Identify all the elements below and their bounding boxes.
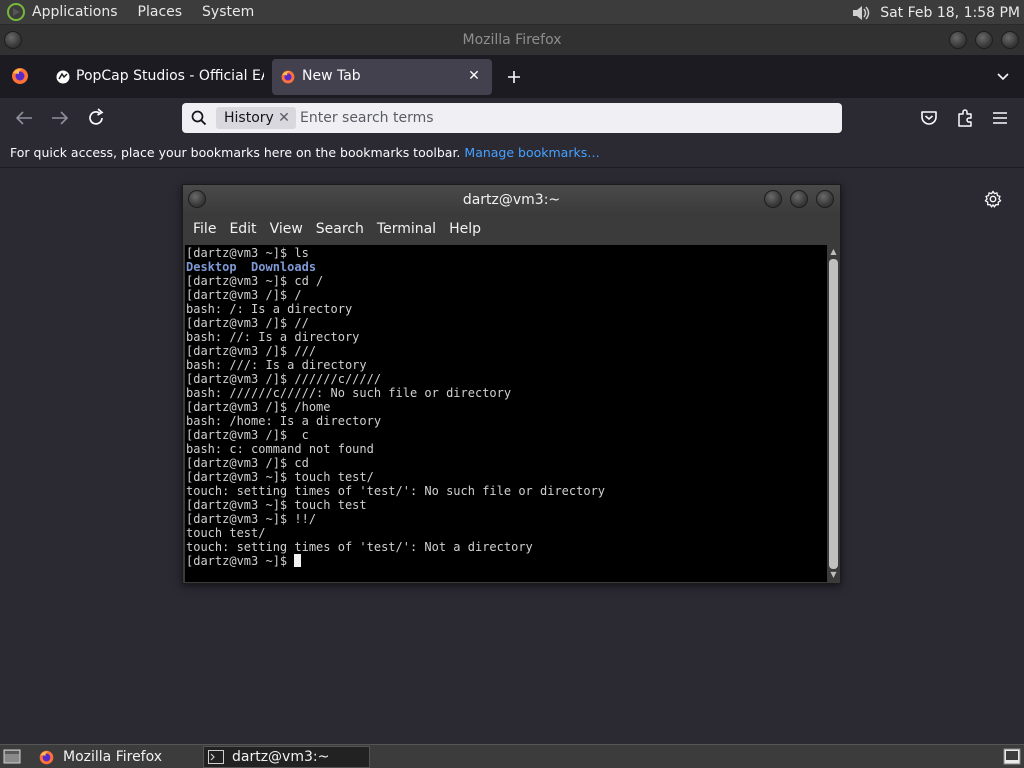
menu-system[interactable]: System bbox=[202, 4, 254, 20]
terminal-minimize-button[interactable] bbox=[764, 190, 782, 208]
applications-logo-icon[interactable] bbox=[6, 2, 26, 22]
terminal-cursor bbox=[294, 554, 302, 567]
terminal-title: dartz@vm3:~ bbox=[462, 192, 561, 208]
menu-places[interactable]: Places bbox=[138, 4, 183, 20]
taskbar-label: Mozilla Firefox bbox=[63, 749, 163, 765]
scroll-down-arrow-icon[interactable]: ▼ bbox=[829, 571, 838, 579]
volume-icon[interactable] bbox=[850, 3, 872, 23]
terminal-line: touch: setting times of 'test/': No such… bbox=[186, 484, 606, 498]
pocket-icon[interactable] bbox=[917, 106, 941, 130]
taskbar-item-terminal[interactable]: dartz@vm3:~ bbox=[203, 746, 370, 768]
terminal-line: [dartz@vm3 ~]$ touch test/ bbox=[186, 470, 374, 484]
menu-terminal[interactable]: Terminal bbox=[377, 221, 436, 237]
terminal-line: bash: /: Is a directory bbox=[186, 302, 353, 316]
extensions-puzzle-icon[interactable] bbox=[953, 106, 977, 130]
terminal-line: [dartz@vm3 /]$ / bbox=[186, 288, 302, 302]
scrollbar-thumb[interactable] bbox=[829, 259, 838, 569]
search-icon bbox=[191, 110, 207, 126]
bottom-taskbar: Mozilla Firefox dartz@vm3:~ bbox=[0, 744, 1024, 768]
tab-label: New Tab bbox=[302, 68, 361, 84]
terminal-window[interactable]: dartz@vm3:~ File Edit View Search Termin… bbox=[182, 184, 841, 584]
terminal-line: [dartz@vm3 ~]$ touch test bbox=[186, 498, 367, 512]
bookmarks-hint-text: For quick access, place your bookmarks h… bbox=[10, 145, 461, 160]
terminal-line: bash: ///: Is a directory bbox=[186, 358, 367, 372]
search-input[interactable] bbox=[300, 107, 800, 129]
firefox-window-title: Mozilla Firefox bbox=[462, 32, 562, 48]
terminal-line: bash: /home: Is a directory bbox=[186, 414, 382, 428]
ea-favicon-icon bbox=[56, 70, 70, 84]
list-all-tabs-chevron-icon[interactable] bbox=[996, 70, 1010, 84]
window-menu-button[interactable] bbox=[4, 31, 22, 49]
terminal-line: Desktop Downloads bbox=[186, 260, 827, 274]
terminal-line: bash: c: command not found bbox=[186, 442, 374, 456]
manage-bookmarks-link[interactable]: Manage bookmarks… bbox=[464, 145, 599, 160]
directory-entry: Desktop bbox=[186, 260, 237, 274]
firefox-favicon-icon bbox=[281, 70, 295, 84]
terminal-line: bash: //: Is a directory bbox=[186, 330, 360, 344]
firefox-titlebar: Mozilla Firefox bbox=[0, 25, 1024, 55]
reload-icon[interactable] bbox=[84, 106, 108, 130]
terminal-line: [dartz@vm3 /]$ cd bbox=[186, 456, 309, 470]
terminal-menubar: File Edit View Search Terminal Help bbox=[183, 215, 840, 243]
terminal-line: [dartz@vm3 ~]$ ls bbox=[186, 246, 309, 260]
workspace-switcher-icon[interactable] bbox=[1003, 748, 1021, 765]
bookmarks-toolbar: For quick access, place your bookmarks h… bbox=[0, 138, 1024, 168]
taskbar-label: dartz@vm3:~ bbox=[232, 749, 330, 765]
back-arrow-icon[interactable] bbox=[12, 106, 36, 130]
forward-arrow-icon[interactable] bbox=[48, 106, 72, 130]
remove-search-mode-icon[interactable]: ✕ bbox=[278, 107, 290, 129]
firefox-view-icon[interactable] bbox=[10, 66, 30, 86]
tab-label: PopCap Studios - Official EA bbox=[76, 68, 264, 84]
terminal-line: [dartz@vm3 /]$ c bbox=[186, 428, 309, 442]
gear-icon[interactable] bbox=[984, 190, 1002, 208]
terminal-line: [dartz@vm3 /]$ /// bbox=[186, 344, 317, 358]
terminal-line: bash: //////c/////: No such file or dire… bbox=[186, 386, 512, 400]
terminal-titlebar[interactable]: dartz@vm3:~ bbox=[183, 185, 840, 215]
terminal-app-icon bbox=[208, 750, 224, 764]
minimize-button[interactable] bbox=[949, 31, 967, 49]
scroll-up-arrow-icon[interactable]: ▲ bbox=[829, 248, 838, 256]
new-tab-plus-icon[interactable] bbox=[506, 69, 522, 85]
terminal-line: [dartz@vm3 ~]$ cd / bbox=[186, 274, 324, 288]
url-bar[interactable]: History ✕ bbox=[182, 103, 842, 133]
menu-search[interactable]: Search bbox=[316, 221, 364, 237]
terminal-maximize-button[interactable] bbox=[790, 190, 808, 208]
terminal-output[interactable]: [dartz@vm3 ~]$ ls Desktop Downloads [dartz… bbox=[185, 245, 827, 582]
terminal-close-button[interactable] bbox=[816, 190, 834, 208]
menu-help[interactable]: Help bbox=[449, 221, 481, 237]
hamburger-menu-icon[interactable] bbox=[988, 106, 1012, 130]
tab-new-tab[interactable]: New Tab ✕ bbox=[272, 59, 492, 95]
tab-strip: PopCap Studios - Official EA New Tab ✕ bbox=[0, 55, 1024, 98]
show-desktop-icon[interactable] bbox=[3, 748, 21, 765]
firefox-app-icon bbox=[39, 750, 54, 764]
terminal-window-menu-button[interactable] bbox=[188, 190, 206, 208]
close-window-button[interactable] bbox=[1001, 31, 1019, 49]
terminal-line: [dartz@vm3 ~]$ !!/ bbox=[186, 512, 317, 526]
menu-file[interactable]: File bbox=[193, 221, 216, 237]
clock[interactable]: Sat Feb 18, 1:58 PM bbox=[880, 5, 1020, 21]
navigation-toolbar: History ✕ bbox=[0, 98, 1024, 138]
terminal-line: [dartz@vm3 ~]$ bbox=[186, 554, 827, 568]
tab-popcap[interactable]: PopCap Studios - Official EA bbox=[48, 59, 266, 95]
terminal-line: [dartz@vm3 /]$ /home bbox=[186, 400, 331, 414]
taskbar-item-firefox[interactable]: Mozilla Firefox bbox=[34, 746, 200, 768]
close-tab-icon[interactable]: ✕ bbox=[466, 68, 482, 84]
menu-view[interactable]: View bbox=[270, 221, 303, 237]
terminal-line: [dartz@vm3 /]$ //////c///// bbox=[186, 372, 382, 386]
maximize-button[interactable] bbox=[975, 31, 993, 49]
terminal-line: touch: setting times of 'test/': Not a d… bbox=[186, 540, 533, 554]
directory-entry: Downloads bbox=[251, 260, 317, 274]
terminal-scrollbar[interactable]: ▲ ▼ bbox=[827, 245, 840, 582]
terminal-line: touch test/ bbox=[186, 526, 266, 540]
terminal-line: [dartz@vm3 /]$ // bbox=[186, 316, 309, 330]
menu-edit[interactable]: Edit bbox=[229, 221, 256, 237]
history-search-mode-chip[interactable]: History ✕ bbox=[216, 107, 296, 129]
history-chip-label: History bbox=[224, 110, 274, 126]
menu-applications[interactable]: Applications bbox=[32, 4, 118, 20]
top-panel: Applications Places System Sat Feb 18, 1… bbox=[0, 0, 1024, 25]
